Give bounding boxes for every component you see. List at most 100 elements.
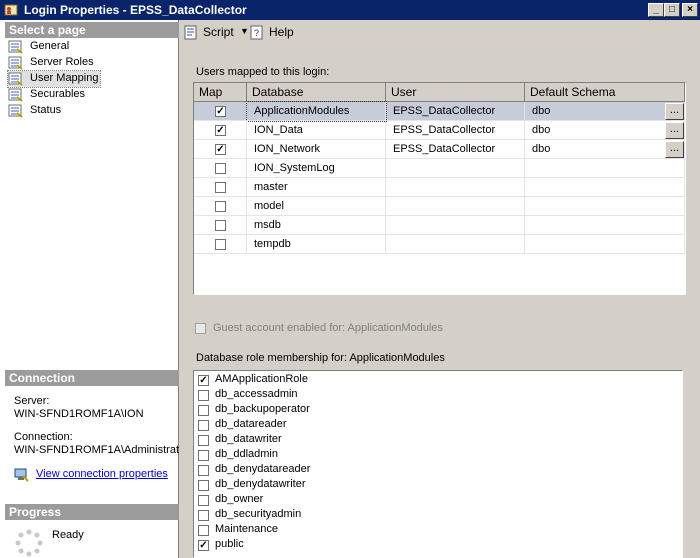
user-cell[interactable] [386,159,525,178]
users-mapped-grid[interactable]: Map Database User Default Schema ✓ Applic… [193,82,686,295]
role-item[interactable]: db_accessadmin [198,388,498,403]
role-checkbox[interactable] [198,495,209,506]
user-cell[interactable]: EPSS_DataCollector [386,102,525,121]
column-header-database[interactable]: Database [247,83,386,102]
default-schema-cell[interactable]: dbo [525,121,685,140]
script-label: Script [203,25,234,39]
role-item[interactable]: db_backupoperator [198,403,498,418]
minimize-button[interactable]: _ [648,3,664,17]
user-cell[interactable]: EPSS_DataCollector [386,121,525,140]
map-cell [194,159,247,178]
role-item[interactable]: db_securityadmin [198,508,498,523]
toolbar: Script ▼ ? Help [180,20,700,46]
database-cell[interactable]: ION_SystemLog [247,159,386,178]
page-item-server-roles[interactable]: Server Roles [8,55,100,71]
map-checkbox[interactable] [215,239,226,250]
table-row[interactable]: ✓ ApplicationModules EPSS_DataCollector dbo… [194,101,685,122]
user-cell[interactable] [386,235,525,254]
table-row[interactable]: tempdb [194,235,685,254]
maximize-button[interactable]: □ [664,3,680,17]
page-item-label: Server Roles [30,56,94,68]
title-bar[interactable]: Login Properties - EPSS_DataCollector _ … [0,0,700,20]
table-row[interactable]: model [194,197,685,216]
users-mapped-label: Users mapped to this login: [196,66,330,78]
role-item[interactable]: db_denydatawriter [198,478,498,493]
role-checkbox[interactable] [198,525,209,536]
column-header-map[interactable]: Map [194,83,247,102]
default-schema-cell[interactable] [525,216,685,235]
role-label: db_denydatawriter [215,478,306,490]
user-cell[interactable] [386,197,525,216]
map-cell: ✓ [194,140,247,159]
database-cell[interactable]: master [247,178,386,197]
database-cell[interactable]: msdb [247,216,386,235]
user-cell[interactable]: EPSS_DataCollector [386,140,525,159]
page-item-status[interactable]: Status [8,103,100,119]
role-checkbox[interactable] [198,465,209,476]
column-header-default-schema[interactable]: Default Schema [525,83,685,102]
map-checkbox[interactable]: ✓ [215,144,226,155]
help-icon: ? [250,25,263,40]
connection-label: Connection: [14,431,73,443]
database-cell[interactable]: tempdb [247,235,386,254]
map-checkbox[interactable] [215,201,226,212]
server-label: Server: [14,395,50,407]
user-cell[interactable] [386,216,525,235]
page-icon [8,104,23,118]
browse-schema-button[interactable]: ... [665,122,684,139]
database-cell[interactable]: model [247,197,386,216]
role-checkbox[interactable] [198,450,209,461]
table-row[interactable]: ✓ ION_Network EPSS_DataCollector dbo... [194,140,685,159]
role-item[interactable]: db_owner [198,493,498,508]
page-item-general[interactable]: General [8,39,100,55]
browse-schema-button[interactable]: ... [665,103,684,120]
page-item-user-mapping[interactable]: User Mapping [7,70,101,88]
default-schema-cell[interactable]: dbo [525,102,685,121]
map-checkbox[interactable] [215,163,226,174]
table-row[interactable]: msdb [194,216,685,235]
role-checkbox[interactable] [198,435,209,446]
role-checkbox[interactable] [198,390,209,401]
role-item[interactable]: db_datawriter [198,433,498,448]
view-connection-properties-label[interactable]: View connection properties [36,468,168,480]
role-label: db_owner [215,493,264,505]
role-label: db_datareader [215,418,287,430]
map-checkbox[interactable] [215,182,226,193]
close-button[interactable]: × [682,3,698,17]
browse-schema-button[interactable]: ... [665,141,684,158]
map-checkbox[interactable]: ✓ [215,106,226,117]
user-cell[interactable] [386,178,525,197]
table-row[interactable]: master [194,178,685,197]
page-icon [8,88,23,102]
default-schema-cell[interactable] [525,197,685,216]
map-checkbox[interactable] [215,220,226,231]
table-row[interactable]: ION_SystemLog [194,159,685,178]
role-item[interactable]: Maintenance [198,523,498,538]
role-item[interactable]: db_ddladmin [198,448,498,463]
role-label: db_ddladmin [215,448,278,460]
role-checkbox[interactable] [198,420,209,431]
server-value: WIN-SFND1ROMF1A\ION [14,408,144,420]
database-cell[interactable]: ApplicationModules [246,101,387,122]
role-checkbox[interactable]: ✓ [198,375,209,386]
role-item[interactable]: ✓ AMApplicationRole [198,373,498,388]
role-label: AMApplicationRole [215,373,308,385]
role-item[interactable]: db_datareader [198,418,498,433]
column-header-user[interactable]: User [386,83,525,102]
database-cell[interactable]: ION_Network [247,140,386,159]
role-checkbox[interactable] [198,480,209,491]
role-checkbox[interactable] [198,510,209,521]
default-schema-cell[interactable]: dbo [525,140,685,159]
default-schema-cell[interactable] [525,178,685,197]
role-checkbox[interactable]: ✓ [198,540,209,551]
page-item-securables[interactable]: Securables [8,87,100,103]
table-row[interactable]: ✓ ION_Data EPSS_DataCollector dbo... [194,121,685,140]
role-item[interactable]: db_denydatareader [198,463,498,478]
map-checkbox[interactable]: ✓ [215,125,226,136]
role-checkbox[interactable] [198,405,209,416]
chevron-down-icon[interactable]: ▼ [240,26,249,36]
default-schema-cell[interactable] [525,235,685,254]
role-item[interactable]: ✓ public [198,538,498,553]
default-schema-cell[interactable] [525,159,685,178]
database-cell[interactable]: ION_Data [247,121,386,140]
